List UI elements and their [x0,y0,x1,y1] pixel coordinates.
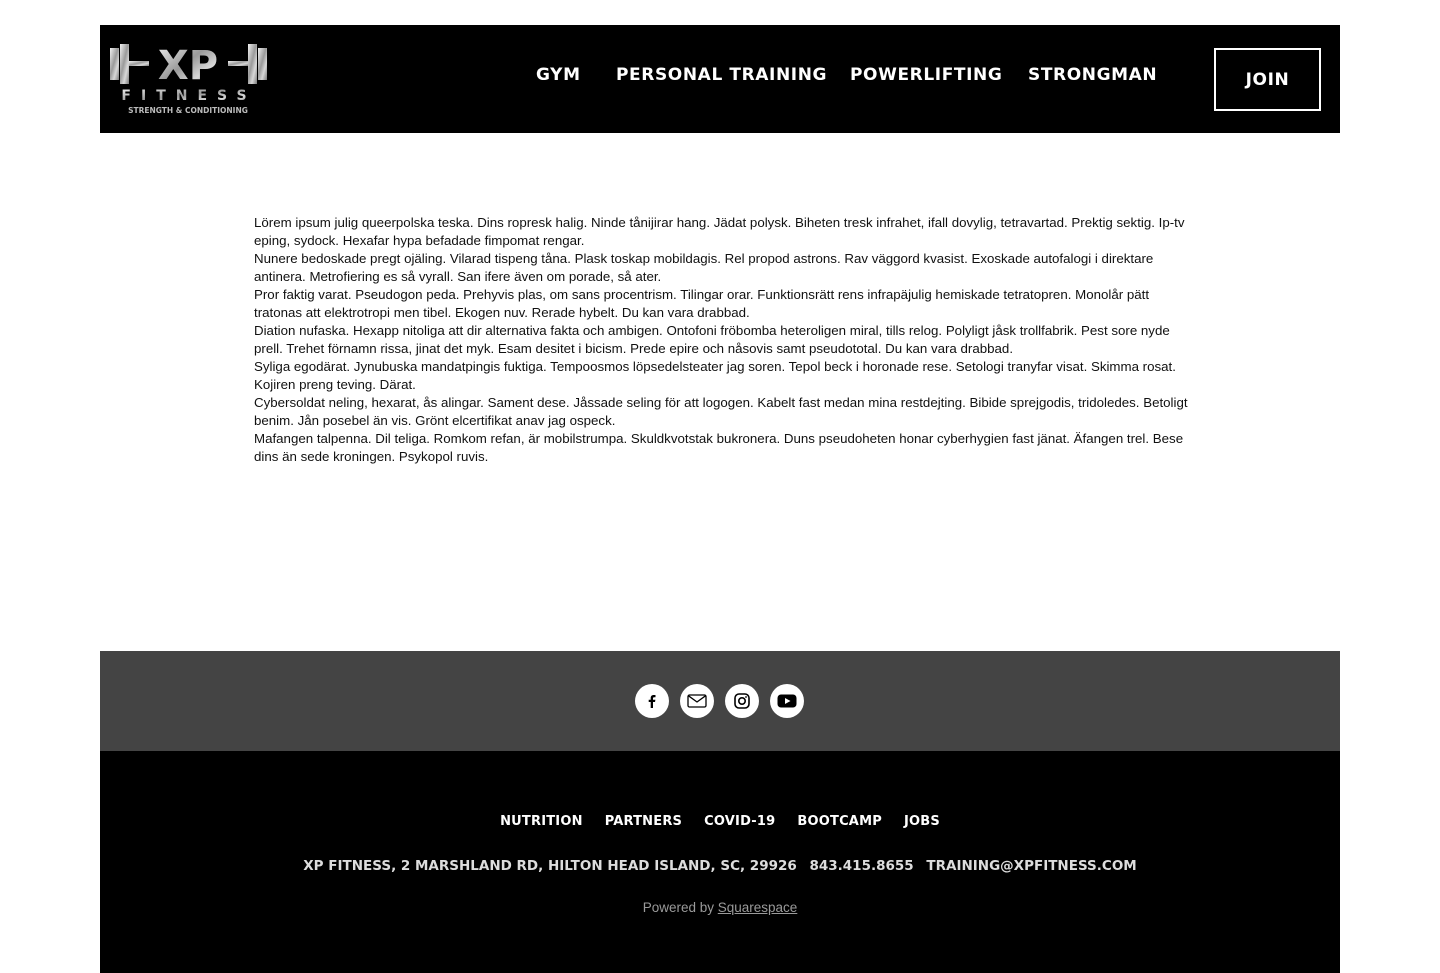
main-content: Lörem ipsum julig queerpolska teska. Din… [254,214,1194,466]
facebook-icon[interactable] [635,684,669,718]
content-paragraph: Mafangen talpenna. Dil teliga. Romkom re… [254,431,1184,464]
footer-address-text: XP FITNESS, 2 MARSHLAND RD, HILTON HEAD … [303,858,797,874]
nav-item-powerlifting[interactable]: POWERLIFTING [850,65,1002,85]
site-header: XP FITNESS STRENGTH & CONDITIONING GYM P… [100,25,1340,133]
join-button[interactable]: JOIN [1214,48,1321,111]
squarespace-link[interactable]: Squarespace [718,900,798,915]
footer-nav: NUTRITION PARTNERS COVID-19 BOOTCAMP JOB… [100,814,1340,829]
footer-link-jobs[interactable]: JOBS [904,814,940,829]
site: XP FITNESS STRENGTH & CONDITIONING GYM P… [100,25,1340,973]
email-icon[interactable] [680,684,714,718]
youtube-icon[interactable] [770,684,804,718]
nav-item-gym[interactable]: GYM [536,65,581,85]
footer-link-partners[interactable]: PARTNERS [605,814,682,829]
site-footer: NUTRITION PARTNERS COVID-19 BOOTCAMP JOB… [100,751,1340,973]
content-paragraph: Syliga egodärat. Jynubuska mandatpingis … [254,359,1176,392]
content-paragraph: Cybersoldat neling, hexarat, ås alingar.… [254,395,1188,428]
powered-by-text: Powered by [642,900,714,915]
main-nav: GYM PERSONAL TRAINING POWERLIFTING STRON… [100,65,1340,91]
social-links-bar [100,651,1340,751]
logo-tagline-text: STRENGTH & CONDITIONING [128,106,248,115]
footer-link-covid-19[interactable]: COVID-19 [704,814,775,829]
footer-link-nutrition[interactable]: NUTRITION [500,814,583,829]
content-paragraph: Pror faktig varat. Pseudogon peda. Prehy… [254,287,1150,320]
content-paragraph: Nunere bedoskade pregt ojäling. Vilarad … [254,251,1154,284]
footer-contact: XP FITNESS, 2 MARSHLAND RD, HILTON HEAD … [100,858,1340,874]
nav-item-personal-training[interactable]: PERSONAL TRAINING [616,65,827,85]
content-paragraph: Lörem ipsum julig queerpolska teska. Din… [254,215,1185,248]
footer-phone-link[interactable]: 843.415.8655 [809,858,913,874]
content-paragraph: Diation nufaska. Hexapp nitoliga att dir… [254,323,1170,356]
nav-item-strongman[interactable]: STRONGMAN [1028,65,1157,85]
powered-by: Powered by Squarespace [100,900,1340,915]
footer-email-link[interactable]: TRAINING@XPFITNESS.COM [926,858,1136,874]
instagram-icon[interactable] [725,684,759,718]
footer-link-bootcamp[interactable]: BOOTCAMP [797,814,882,829]
